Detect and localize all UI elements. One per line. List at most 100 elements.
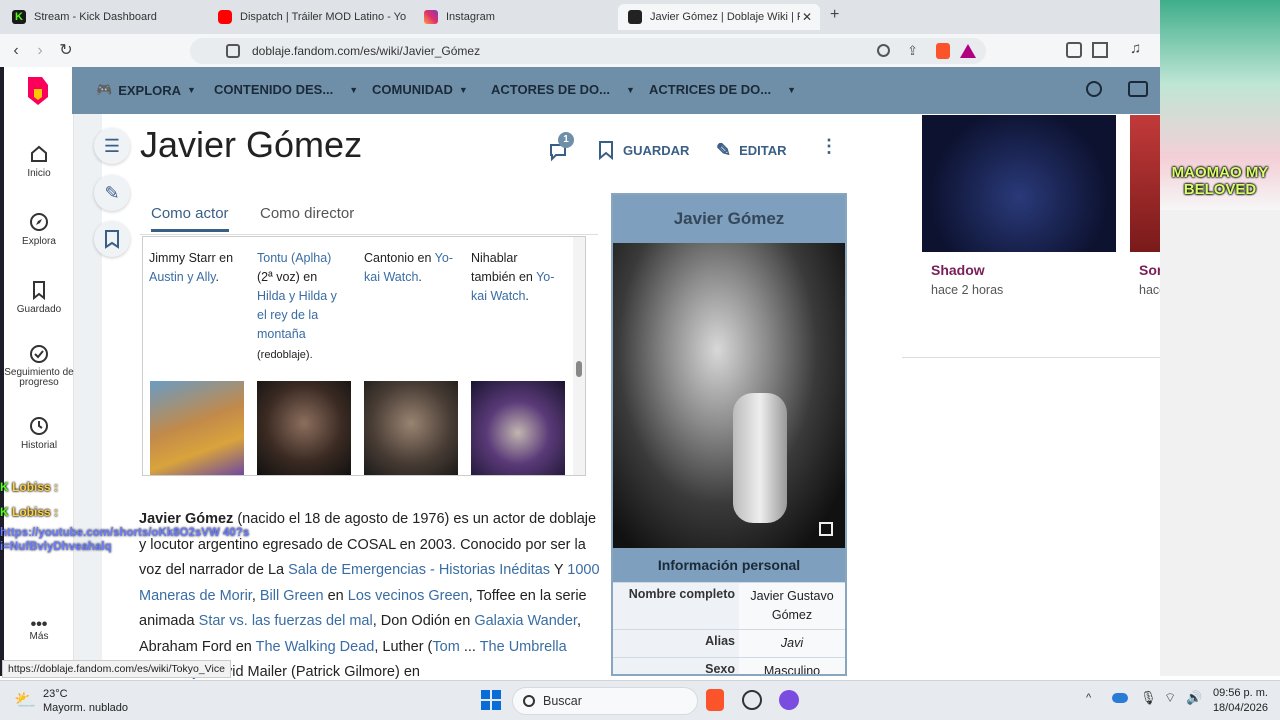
link[interactable]: Galaxia Wander bbox=[474, 613, 577, 629]
caption-link[interactable]: Tontu (Aplha) bbox=[257, 251, 331, 265]
tray-chevron-icon[interactable]: ^ bbox=[1086, 692, 1091, 704]
gallery-image[interactable] bbox=[471, 381, 565, 475]
close-icon[interactable]: ✕ bbox=[802, 10, 812, 24]
infobox-key: Alias bbox=[613, 630, 739, 657]
rail-item-seguimiento[interactable]: Seguimiento de progreso bbox=[4, 344, 74, 388]
caption-link[interactable]: Hilda y Hilda y el rey de la montaña bbox=[257, 289, 337, 341]
brave-rewards-icon[interactable] bbox=[960, 44, 976, 58]
zoom-icon[interactable] bbox=[877, 44, 890, 57]
gallery-scrollbar[interactable] bbox=[573, 237, 585, 475]
link[interactable]: Star vs. las fuerzas del mal bbox=[199, 613, 373, 629]
compass-icon bbox=[30, 213, 48, 231]
taskbar: ⛅ 23°C Mayorm. nublado Buscar ^ 🎙 ⌔ 🔊 09… bbox=[0, 680, 1280, 720]
tab-como-actor[interactable]: Como actor bbox=[151, 205, 229, 232]
link[interactable]: The Walking Dead bbox=[256, 639, 375, 655]
nav-comunidad[interactable]: COMUNIDAD ▼ bbox=[372, 82, 468, 97]
brave-taskbar-icon[interactable] bbox=[706, 689, 724, 711]
edit-float-button[interactable]: ✎ bbox=[94, 175, 130, 211]
back-icon[interactable]: ‹ bbox=[6, 41, 26, 61]
gallery-image[interactable] bbox=[150, 381, 244, 475]
infobox-photo[interactable] bbox=[613, 243, 845, 548]
caption-text: . bbox=[418, 270, 422, 284]
rail-item-mas[interactable]: ••• Más bbox=[4, 616, 74, 643]
infobox-value: Masculino bbox=[763, 664, 821, 676]
nav-label: EXPLORA bbox=[118, 82, 182, 98]
nav-label: ACTRICES DE DO... bbox=[649, 82, 772, 97]
rail-item-inicio[interactable]: Inicio bbox=[4, 144, 74, 179]
new-tab-button[interactable]: + bbox=[830, 6, 839, 24]
link[interactable]: Los vecinos Green bbox=[348, 588, 469, 604]
rail-label: Inicio bbox=[27, 168, 51, 179]
clock-time[interactable]: 09:56 p. m. bbox=[1212, 687, 1268, 699]
editar-button[interactable]: ✎ EDITAR bbox=[716, 140, 787, 161]
clock-date[interactable]: 18/04/2026 bbox=[1212, 702, 1268, 714]
expand-icon[interactable] bbox=[819, 522, 833, 536]
extensions-icon[interactable] bbox=[1066, 42, 1082, 58]
search-icon[interactable] bbox=[1086, 81, 1102, 97]
app-taskbar-icon[interactable] bbox=[742, 690, 762, 710]
toc-button[interactable]: ☰ bbox=[94, 128, 130, 164]
caption-text: Nihablar también en bbox=[471, 251, 537, 284]
overlay-side-strip bbox=[1160, 210, 1280, 676]
volume-icon[interactable]: 🔊 bbox=[1186, 690, 1202, 706]
nav-explora[interactable]: 🎮 EXPLORA ▼ bbox=[96, 82, 196, 98]
link[interactable]: Bill Green bbox=[260, 588, 324, 604]
gallery-image[interactable] bbox=[257, 381, 351, 475]
site-info-icon[interactable] bbox=[226, 44, 240, 58]
link[interactable]: Sala de Emergencias - Historias Inéditas bbox=[288, 562, 550, 578]
tab-como-director[interactable]: Como director bbox=[260, 205, 354, 222]
guardar-button[interactable]: GUARDAR bbox=[597, 140, 689, 160]
fandom-logo-icon[interactable] bbox=[4, 67, 72, 114]
nav-actores[interactable]: ACTORES DE DO... ▼ bbox=[491, 82, 635, 97]
infobox-value: Javi bbox=[780, 636, 804, 650]
address-bar-row: ‹ › ↻ doblaje.fandom.com/es/wiki/Javier_… bbox=[0, 34, 1280, 67]
share-icon[interactable]: ⇪ bbox=[907, 43, 918, 59]
chat-app-taskbar-icon[interactable] bbox=[779, 690, 799, 710]
url-field[interactable]: doblaje.fandom.com/es/wiki/Javier_Gómez … bbox=[190, 38, 986, 64]
tab-label: Instagram bbox=[446, 11, 495, 23]
more-icon: ••• bbox=[30, 616, 48, 633]
save-float-button[interactable] bbox=[94, 221, 130, 257]
media-icon[interactable]: ♫ bbox=[1130, 40, 1141, 57]
weather-desc[interactable]: Mayorm. nublado bbox=[43, 702, 128, 714]
link[interactable]: Tom bbox=[432, 639, 459, 655]
rail-item-explora[interactable]: Explora bbox=[4, 212, 74, 247]
caption-link[interactable]: Austin y Ally bbox=[149, 270, 215, 284]
gallery-image[interactable] bbox=[364, 381, 458, 475]
nav-actrices[interactable]: ACTRICES DE DO... ▼ bbox=[649, 82, 796, 97]
tab-kick[interactable]: K Stream - Kick Dashboard bbox=[2, 4, 207, 30]
microphone-icon[interactable]: 🎙 bbox=[1140, 690, 1157, 706]
taskbar-search[interactable]: Buscar bbox=[512, 687, 698, 715]
forward-icon[interactable]: › bbox=[30, 41, 50, 61]
tab-youtube[interactable]: Dispatch | Tráiler MOD Latino - YouTu bbox=[208, 4, 406, 30]
tab-instagram[interactable]: Instagram bbox=[414, 4, 614, 30]
kick-icon: K bbox=[0, 480, 9, 494]
sidebar-icon[interactable] bbox=[1092, 42, 1108, 58]
bookmark-icon bbox=[105, 230, 119, 249]
comments-button[interactable]: 1 bbox=[548, 132, 574, 162]
card-title[interactable]: Shadow bbox=[931, 262, 985, 278]
more-actions-icon[interactable]: ⋮ bbox=[820, 136, 838, 157]
onedrive-icon[interactable] bbox=[1112, 693, 1128, 703]
infobox-value: Javier Gustavo Gómez bbox=[750, 589, 834, 622]
tab-fandom[interactable]: Javier Gómez | Doblaje Wiki | Fan ✕ bbox=[618, 4, 820, 30]
brave-shields-icon[interactable] bbox=[936, 43, 950, 59]
chat-user: Lobiss : bbox=[12, 480, 59, 494]
infobox-section-header: Información personal bbox=[613, 548, 845, 582]
reload-icon[interactable]: ↻ bbox=[56, 41, 76, 61]
discussions-icon[interactable] bbox=[1128, 81, 1148, 97]
tab-label: Dispatch | Tráiler MOD Latino - YouTu bbox=[240, 11, 406, 23]
rail-item-historial[interactable]: Historial bbox=[4, 416, 74, 451]
subject-name: Javier Gómez bbox=[139, 511, 234, 527]
search-placeholder: Buscar bbox=[543, 694, 582, 708]
wifi-icon[interactable]: ⌔ bbox=[1164, 690, 1176, 706]
weather-temp[interactable]: 23°C bbox=[43, 688, 68, 700]
caption-text: . bbox=[215, 270, 219, 284]
scrollbar-thumb[interactable] bbox=[576, 361, 582, 377]
nav-contenido[interactable]: CONTENIDO DES... ▼ bbox=[214, 82, 358, 97]
card-image-shadow[interactable] bbox=[922, 115, 1116, 252]
rail-item-guardado[interactable]: Guardado bbox=[4, 280, 74, 315]
weather-icon[interactable]: ⛅ bbox=[14, 690, 36, 711]
fandom-logo-area bbox=[4, 67, 72, 114]
windows-start-icon[interactable] bbox=[481, 690, 501, 710]
